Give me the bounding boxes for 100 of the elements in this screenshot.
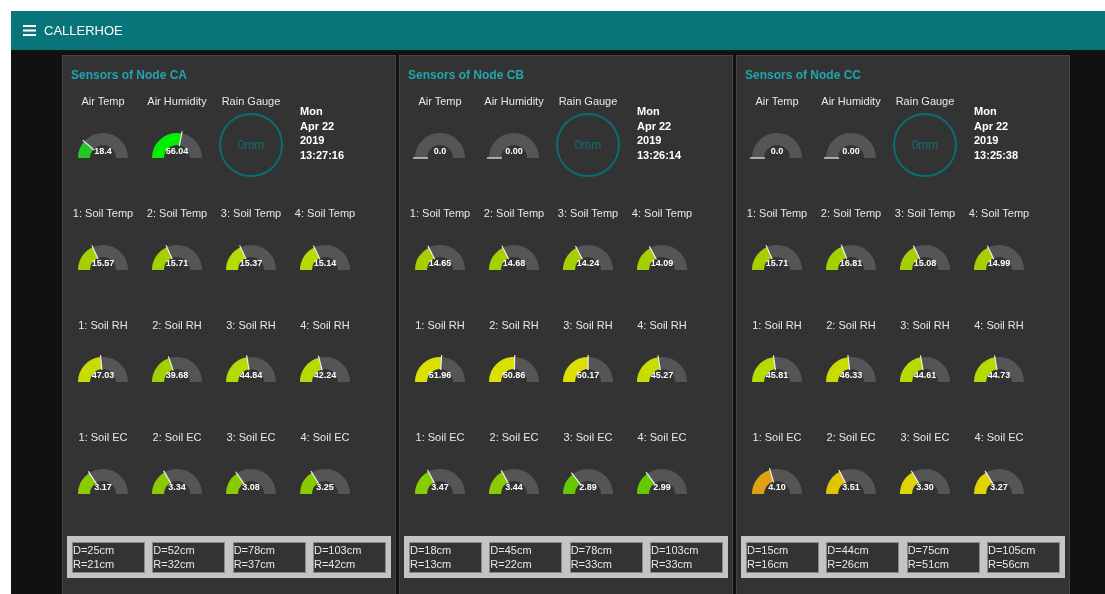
gauge-needle (426, 469, 436, 484)
gauge-label: Air Humidity (821, 94, 881, 108)
gauge-value: 46.33 (838, 370, 864, 381)
gauge-value: 44.73 (986, 370, 1012, 381)
gauge-label: Air Temp (418, 94, 462, 108)
gauge-label: 4: Soil EC (974, 430, 1024, 444)
gauge-needle (984, 470, 994, 485)
gauge-label: 4: Soil EC (300, 430, 350, 444)
distance-text: R=33cm (651, 557, 694, 571)
gauge-needle (91, 244, 99, 260)
gauge-value: 14.09 (649, 258, 675, 269)
gauge-value: 3.51 (841, 482, 861, 493)
gauge-label: 4: Soil Temp (294, 206, 356, 220)
date-text: 13:26:14 (637, 147, 682, 162)
gauge-label: 2: Soil RH (152, 318, 202, 332)
distance-text: D=105cm (988, 543, 1037, 557)
rain-reading: 0mm (237, 137, 265, 154)
gauge-label: 2: Soil EC (152, 430, 202, 444)
gauge-value: 56.04 (164, 146, 190, 157)
gauge-label: 1: Soil EC (752, 430, 802, 444)
distance-text: R=42cm (314, 557, 357, 571)
menu-icon[interactable] (23, 25, 36, 36)
distance-text: R=33cm (570, 557, 613, 571)
gauge-value: 3.47 (430, 482, 450, 493)
gauge-needle (657, 354, 661, 371)
gauge-needle (912, 245, 921, 260)
gauge-needle (82, 139, 95, 151)
distance-text: D=52cm (153, 543, 196, 557)
gauge-needle (501, 245, 510, 260)
gauge-needle (178, 130, 183, 147)
gauge-value: 47.03 (90, 370, 116, 381)
gauge-needle (427, 245, 436, 260)
gauge-label: 3: Soil Temp (557, 206, 619, 220)
distance-text: D=78cm (233, 543, 276, 557)
gauge-value: 15.71 (764, 258, 790, 269)
gauge-label: Rain Gauge (558, 94, 618, 108)
gauge-needle (162, 470, 172, 485)
gauge-value: 16.81 (838, 258, 864, 269)
gauge-value: 15.14 (312, 258, 338, 269)
distance-text: D=44cm (827, 543, 870, 557)
date-text: 13:27:16 (300, 147, 345, 162)
gauge-value: 0.00 (841, 146, 861, 157)
gauge-label: 3: Soil Temp (894, 206, 956, 220)
gauge-needle (87, 470, 98, 485)
gauge-needle (312, 245, 321, 260)
gauge-label: 4: Soil RH (300, 318, 350, 332)
distance-text: D=45cm (490, 543, 533, 557)
panel-title: Sensors of Node CC (744, 67, 862, 84)
gauge-label: 3: Soil EC (900, 430, 950, 444)
distance-text: R=26cm (827, 557, 870, 571)
gauge-needle (648, 245, 657, 260)
gauge-needle (645, 471, 656, 485)
distance-text: R=16cm (747, 557, 790, 571)
gauge-needle (99, 354, 103, 371)
gauge-needle (993, 354, 998, 371)
gauge-needle (772, 354, 776, 371)
gauge-label: 1: Soil RH (752, 318, 802, 332)
gauge-label: 1: Soil EC (78, 430, 128, 444)
gauge-needle (587, 354, 589, 371)
gauge-needle (310, 470, 320, 485)
date-text: 2019 (300, 133, 326, 148)
gauge-value: 3.44 (504, 482, 524, 493)
gauge-needle (910, 470, 920, 485)
gauge-label: 1: Soil RH (78, 318, 128, 332)
gauge-needle (412, 157, 429, 159)
gauge-label: 4: Soil Temp (968, 206, 1030, 220)
gauge-label: 1: Soil RH (415, 318, 465, 332)
gauge-value: 14.68 (501, 258, 527, 269)
gauge-value: 0.0 (769, 146, 785, 157)
gauge-value: 14.65 (427, 258, 453, 269)
gauge-value: 3.17 (93, 482, 113, 493)
gauge-needle (847, 354, 851, 371)
gauge-needle (500, 469, 509, 484)
gauge-label: Rain Gauge (221, 94, 281, 108)
gauge-label: 3: Soil RH (900, 318, 950, 332)
gauge-label: 2: Soil RH (826, 318, 876, 332)
gauge-needle (986, 245, 995, 260)
gauge-label: 2: Soil EC (489, 430, 539, 444)
gauge-label: Air Temp (81, 94, 125, 108)
gauge-label: 2: Soil Temp (146, 206, 208, 220)
gauge-needle (768, 467, 775, 484)
gauge-value: 39.68 (164, 370, 190, 381)
gauge-label: 1: Soil Temp (746, 206, 808, 220)
gauge-label: 1: Soil Temp (72, 206, 134, 220)
gauge-needle (840, 244, 848, 260)
gauge-needle (440, 354, 443, 371)
gauge-value: 15.57 (90, 258, 116, 269)
gauge-value: 3.08 (241, 482, 261, 493)
gauge-label: 3: Soil Temp (220, 206, 282, 220)
gauge-value: 14.99 (986, 258, 1012, 269)
gauge-label: Air Humidity (484, 94, 544, 108)
gauge-value: 3.27 (989, 482, 1009, 493)
gauge-value: 15.71 (164, 258, 190, 269)
gauge-value: 50.86 (501, 370, 527, 381)
gauge-value: 44.61 (912, 370, 938, 381)
gauge-needle (570, 472, 582, 486)
app-title: CALLERHOE (44, 21, 123, 40)
distance-text: R=32cm (153, 557, 196, 571)
rain-reading: 0mm (574, 137, 602, 154)
gauge-value: 14.24 (575, 258, 601, 269)
